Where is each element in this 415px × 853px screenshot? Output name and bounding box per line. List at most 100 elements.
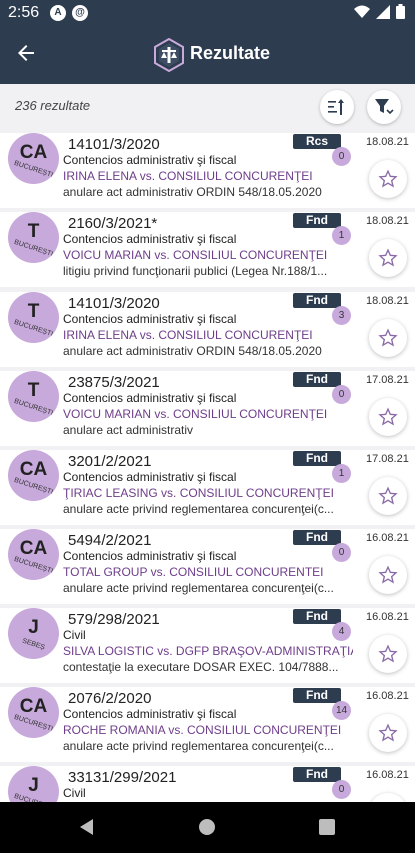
- favorite-button[interactable]: [369, 398, 407, 436]
- case-date: 18.08.21: [366, 295, 409, 307]
- case-type: Contencios administrativ şi fiscal: [63, 312, 237, 326]
- star-icon: [378, 248, 398, 267]
- battery-icon: [396, 4, 405, 19]
- court-avatar: CA BUCUREȘTI: [8, 687, 59, 738]
- case-number: 5494/2/2021: [68, 532, 152, 549]
- page-title: Rezultate: [190, 43, 271, 63]
- result-card[interactable]: J BUCUREȘTI 33131/299/2021 Civil Fnd 0 1…: [0, 766, 415, 802]
- case-subject: anulare act administrativ ORDIN 548/18.0…: [63, 344, 322, 358]
- case-type: Contencios administrativ şi fiscal: [63, 549, 237, 563]
- case-subject: litigiu privind funcţionarii publici (Le…: [63, 264, 328, 278]
- stage-badge: Fnd: [293, 688, 341, 703]
- status-time: 2:56: [8, 4, 40, 21]
- stage-badge: Fnd: [293, 609, 341, 624]
- court-avatar: CA BUCUREȘTI: [8, 450, 59, 501]
- sort-icon: [328, 99, 344, 115]
- result-card[interactable]: T BUCUREȘTI 2160/3/2021* Contencios admi…: [0, 212, 415, 287]
- notification-a-icon: A: [50, 5, 66, 21]
- favorite-button[interactable]: [369, 793, 407, 802]
- court-avatar: J SEBEȘ: [8, 608, 59, 659]
- case-type: Contencios administrativ şi fiscal: [63, 391, 237, 405]
- case-date: 16.08.21: [366, 690, 409, 702]
- case-parties: TOTAL GROUP vs. CONSILIUL CONCURENTEI: [63, 565, 324, 579]
- court-avatar: CA BUCUREȘTI: [8, 529, 59, 580]
- case-subject: anulare acte privind reglementarea concu…: [63, 581, 334, 595]
- result-card[interactable]: T BUCUREȘTI 23875/3/2021 Contencios admi…: [0, 371, 415, 446]
- court-avatar: J BUCUREȘTI: [8, 766, 59, 802]
- case-subject: contestaţie la executare DOSAR EXEC. 104…: [63, 660, 339, 674]
- case-subject: anulare act administrativ: [63, 423, 194, 437]
- filter-button[interactable]: [367, 90, 401, 124]
- count-badge: 1: [332, 464, 351, 483]
- case-date: 18.08.21: [366, 215, 409, 227]
- arrow-left-icon: [18, 45, 34, 61]
- favorite-button[interactable]: [369, 635, 407, 673]
- nav-recents-button[interactable]: [318, 818, 336, 841]
- favorite-button[interactable]: [369, 556, 407, 594]
- count-badge: 0: [332, 147, 351, 166]
- stage-badge: Fnd: [293, 293, 341, 308]
- count-badge: 4: [332, 622, 351, 641]
- wifi-icon: [354, 5, 370, 18]
- result-card[interactable]: CA BUCUREȘTI 3201/2/2021 Contencios admi…: [0, 450, 415, 525]
- result-card[interactable]: T BUCUREȘTI 14101/3/2020 Contencios admi…: [0, 292, 415, 367]
- favorite-button[interactable]: [369, 160, 407, 198]
- circle-home-icon: [199, 819, 215, 835]
- case-date: 17.08.21: [366, 374, 409, 386]
- count-badge: 14: [332, 701, 351, 720]
- result-card[interactable]: CA BUCUREȘTI 5494/2/2021 Contencios admi…: [0, 529, 415, 604]
- star-icon: [378, 486, 398, 505]
- court-avatar: T BUCUREȘTI: [8, 212, 59, 263]
- star-icon: [378, 407, 398, 426]
- case-number: 2076/2/2020: [68, 690, 152, 707]
- case-number: 14101/3/2020: [68, 136, 160, 153]
- case-parties: ŢIRIAC LEASING vs. CONSILIUL CONCURENŢEI: [63, 486, 334, 500]
- status-bar: 2:56 A @: [0, 0, 415, 26]
- case-number: 2160/3/2021*: [68, 215, 158, 232]
- star-icon: [378, 328, 398, 347]
- favorite-button[interactable]: [369, 239, 407, 277]
- stage-badge: Fnd: [293, 213, 341, 228]
- case-subject: anulare act administrativ ORDIN 548/18.0…: [63, 185, 322, 199]
- case-number: 3201/2/2021: [68, 453, 152, 470]
- nav-home-button[interactable]: [198, 818, 216, 841]
- results-toolbar: 236 rezultate: [0, 84, 415, 130]
- stage-badge: Fnd: [293, 767, 341, 782]
- case-type: Civil: [63, 786, 86, 800]
- back-button[interactable]: [14, 41, 40, 67]
- triangle-back-icon: [80, 819, 93, 835]
- favorite-button[interactable]: [369, 714, 407, 752]
- count-badge: 0: [332, 385, 351, 404]
- case-parties: IRINA ELENA vs. CONSILIUL CONCURENŢEI: [63, 328, 313, 342]
- count-badge: 1: [332, 226, 351, 245]
- result-card[interactable]: CA BUCUREȘTI 2076/2/2020 Contencios admi…: [0, 687, 415, 762]
- notification-at-icon: @: [72, 5, 88, 21]
- case-number: 14101/3/2020: [68, 295, 160, 312]
- case-date: 16.08.21: [366, 611, 409, 623]
- case-date: 17.08.21: [366, 453, 409, 465]
- result-card[interactable]: J SEBEȘ 579/298/2021 Civil SILVA LOGISTI…: [0, 608, 415, 683]
- result-card[interactable]: CA BUCUREȘTI 14101/3/2020 Contencios adm…: [0, 133, 415, 208]
- case-date: 16.08.21: [366, 769, 409, 781]
- star-icon: [378, 723, 398, 742]
- stage-badge: Rcs: [293, 134, 341, 149]
- nav-back-button[interactable]: [78, 818, 96, 841]
- scales-logo-icon: [152, 37, 186, 73]
- count-badge: 0: [332, 780, 351, 799]
- case-type: Contencios administrativ şi fiscal: [63, 232, 237, 246]
- case-type: Contencios administrativ şi fiscal: [63, 153, 237, 167]
- favorite-button[interactable]: [369, 319, 407, 357]
- signal-icon: [376, 4, 390, 19]
- results-count: 236 rezultate: [15, 98, 91, 113]
- case-subject: anulare acte privind reglementarea concu…: [63, 739, 334, 753]
- case-type: Contencios administrativ şi fiscal: [63, 707, 237, 721]
- case-number: 579/298/2021: [68, 611, 160, 628]
- stage-badge: Fnd: [293, 530, 341, 545]
- favorite-button[interactable]: [369, 477, 407, 515]
- case-parties: IRINA ELENA vs. CONSILIUL CONCURENŢEI: [63, 169, 313, 183]
- stage-badge: Fnd: [293, 451, 341, 466]
- sort-button[interactable]: [320, 90, 354, 124]
- case-parties: VOICU MARIAN vs. CONSILIUL CONCURENŢEI: [63, 248, 328, 262]
- case-type: Contencios administrativ şi fiscal: [63, 470, 237, 484]
- case-date: 16.08.21: [366, 532, 409, 544]
